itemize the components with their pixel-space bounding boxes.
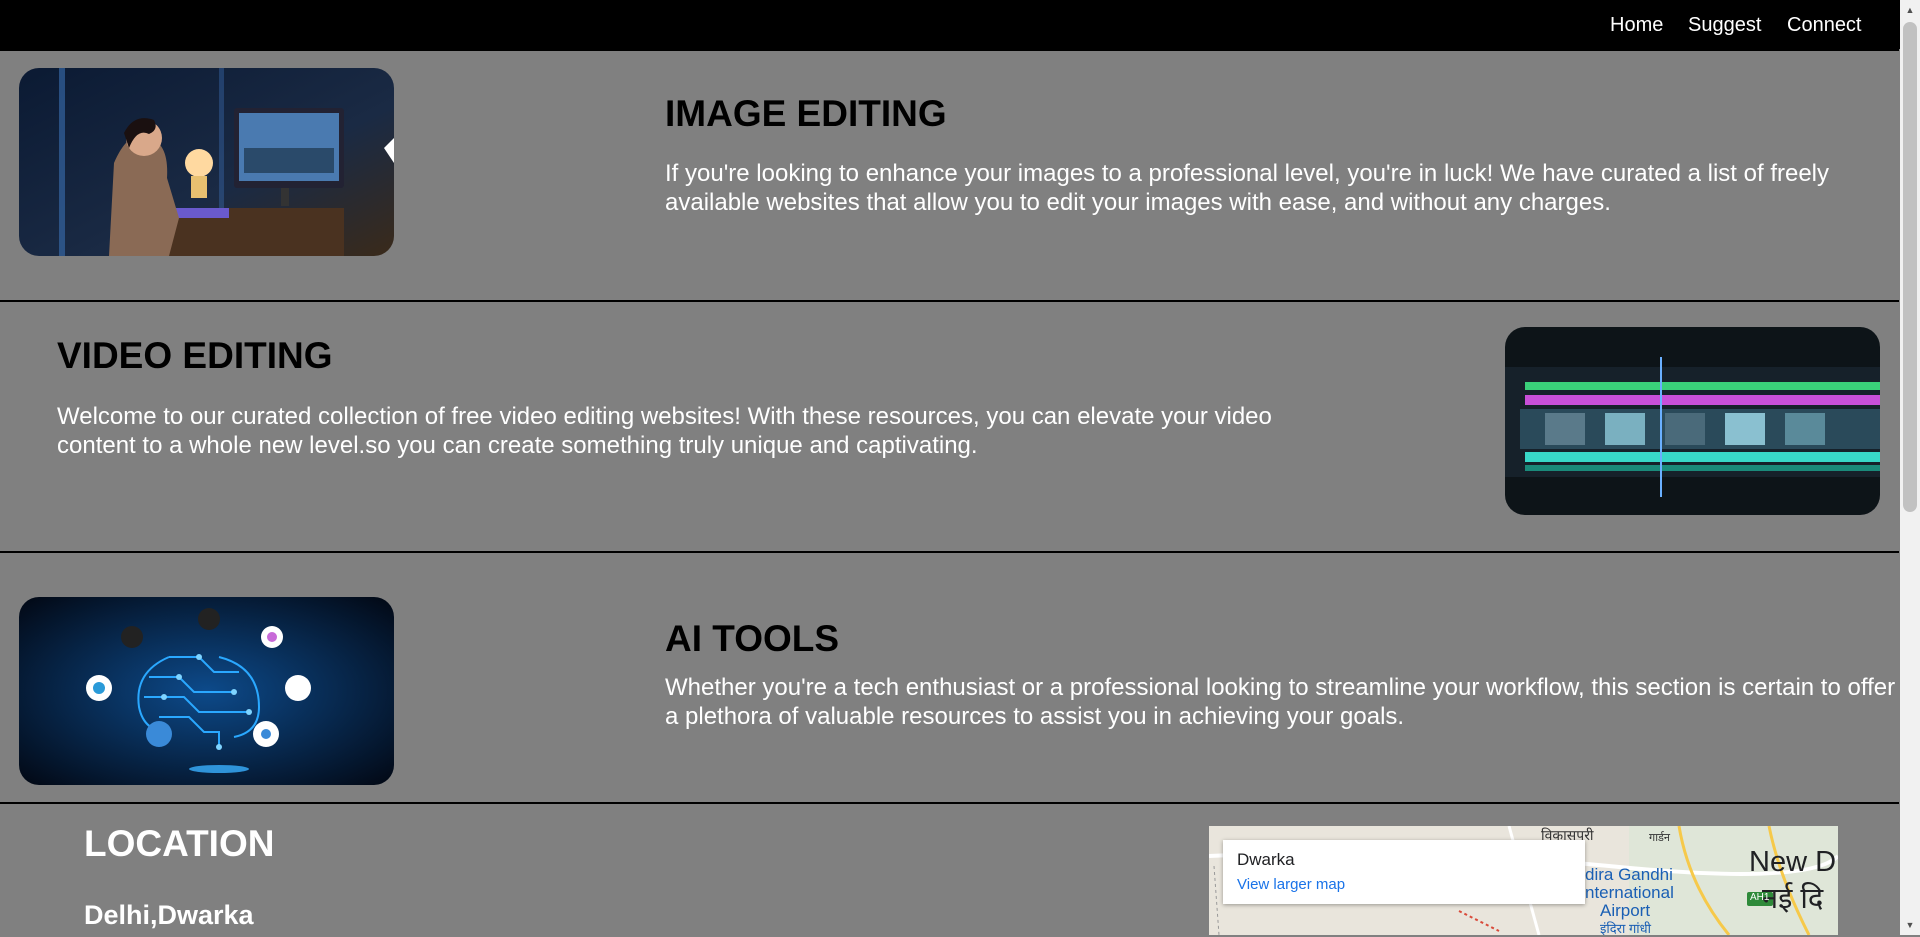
- scroll-down-icon[interactable]: ▼: [1903, 918, 1917, 932]
- map-label-ah1: AH1: [1750, 892, 1770, 903]
- section-heading: VIDEO EDITING: [57, 335, 333, 376]
- video-editing-photo: [1505, 327, 1880, 515]
- embedded-map[interactable]: विकासपुरी गार्डन New D नई दि dira Gandhi…: [1209, 826, 1838, 935]
- map-info-card: Dwarka View larger map: [1223, 840, 1585, 904]
- section-ai-tools: AI TOOLS Whether you're a tech enthusias…: [0, 551, 1899, 804]
- section-video-editing: VIDEO EDITING Welcome to our curated col…: [0, 300, 1899, 553]
- section-description: If you're looking to enhance your images…: [665, 160, 1830, 216]
- section-heading: AI TOOLS: [665, 618, 840, 659]
- scroll-up-icon[interactable]: ▲: [1903, 3, 1917, 17]
- location-title: LOCATION: [84, 823, 275, 864]
- section-heading: IMAGE EDITING: [665, 93, 947, 134]
- scrollbar-thumb[interactable]: [1903, 22, 1917, 512]
- section-image-editing: IMAGE EDITING If you're looking to enhan…: [0, 49, 1899, 302]
- ai-tools-photo: [19, 597, 394, 785]
- nav-home-link[interactable]: Home: [1610, 14, 1663, 37]
- nav-suggest-link[interactable]: Suggest: [1688, 14, 1761, 37]
- map-label-airport-3: Airport: [1600, 901, 1651, 920]
- map-label-new-delhi: New D: [1749, 846, 1837, 878]
- location-subtitle: Delhi,Dwarka: [84, 900, 254, 930]
- map-label-airport-1: dira Gandhi: [1585, 865, 1673, 884]
- view-larger-map-link[interactable]: View larger map: [1237, 876, 1345, 893]
- map-label-garden: गार्डन: [1649, 832, 1671, 844]
- section-description: Whether you're a tech enthusiast or a pr…: [665, 674, 1896, 730]
- image-editing-photo: [19, 68, 394, 256]
- top-navbar: Home Suggest Connect: [0, 0, 1900, 49]
- map-label-airport-2: nternational: [1585, 883, 1674, 902]
- map-label-airport-hindi: इंदिरा गांधी: [1600, 921, 1651, 935]
- map-place-name: Dwarka: [1237, 850, 1295, 869]
- map-label-new-delhi-hindi: नई दि: [1762, 883, 1824, 915]
- nav-connect-link[interactable]: Connect: [1787, 14, 1862, 37]
- section-description: Welcome to our curated collection of fre…: [57, 403, 1272, 459]
